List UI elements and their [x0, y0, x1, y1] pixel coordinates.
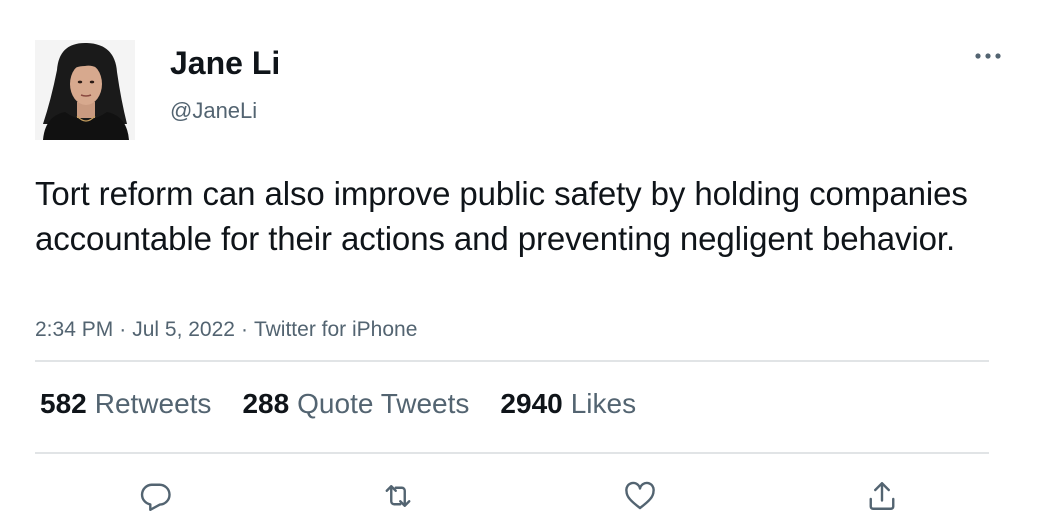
- tweet-source[interactable]: Twitter for iPhone: [254, 318, 417, 341]
- tweet-text: Tort reform can also improve public safe…: [35, 175, 968, 257]
- more-options-button[interactable]: [968, 42, 1008, 70]
- tweet-date[interactable]: Jul 5, 2022: [132, 318, 235, 341]
- user-handle[interactable]: @JaneLi: [170, 97, 257, 125]
- tweet-time[interactable]: 2:34 PM: [35, 318, 113, 341]
- divider: [35, 452, 989, 454]
- likes-count: 2940: [500, 388, 563, 419]
- retweet-icon: [385, 485, 411, 507]
- reply-button[interactable]: [134, 474, 178, 518]
- tweet-detail: Jane Li @JaneLi Tort reform can also imp…: [0, 0, 1050, 525]
- divider: [35, 360, 989, 362]
- retweets-count: 582: [40, 388, 87, 419]
- retweets-label: Retweets: [94, 388, 212, 419]
- retweet-button[interactable]: [376, 474, 420, 518]
- engagement-stats: 582 Retweets 288 Quote Tweets 2940 Likes: [40, 386, 667, 422]
- more-horizontal-icon: [975, 53, 1001, 59]
- quote-tweets-count: 288: [242, 388, 290, 419]
- retweets-stat[interactable]: 582 Retweets: [40, 386, 211, 422]
- share-icon: [869, 482, 895, 510]
- meta-separator: ·: [119, 318, 127, 341]
- display-name[interactable]: Jane Li: [170, 44, 280, 82]
- reply-icon: [140, 483, 171, 511]
- avatar-image: [35, 40, 135, 140]
- share-button[interactable]: [860, 474, 904, 518]
- heart-icon: [625, 481, 655, 510]
- quote-tweets-label: Quote Tweets: [297, 388, 470, 419]
- like-button[interactable]: [618, 474, 662, 518]
- likes-label: Likes: [570, 388, 637, 419]
- meta-separator: ·: [240, 318, 248, 341]
- avatar[interactable]: [35, 40, 135, 140]
- tweet-metadata: 2:34 PM · Jul 5, 2022 · Twitter for iPhone: [35, 316, 417, 344]
- quote-tweets-stat[interactable]: 288 Quote Tweets: [242, 386, 469, 422]
- likes-stat[interactable]: 2940 Likes: [500, 386, 636, 422]
